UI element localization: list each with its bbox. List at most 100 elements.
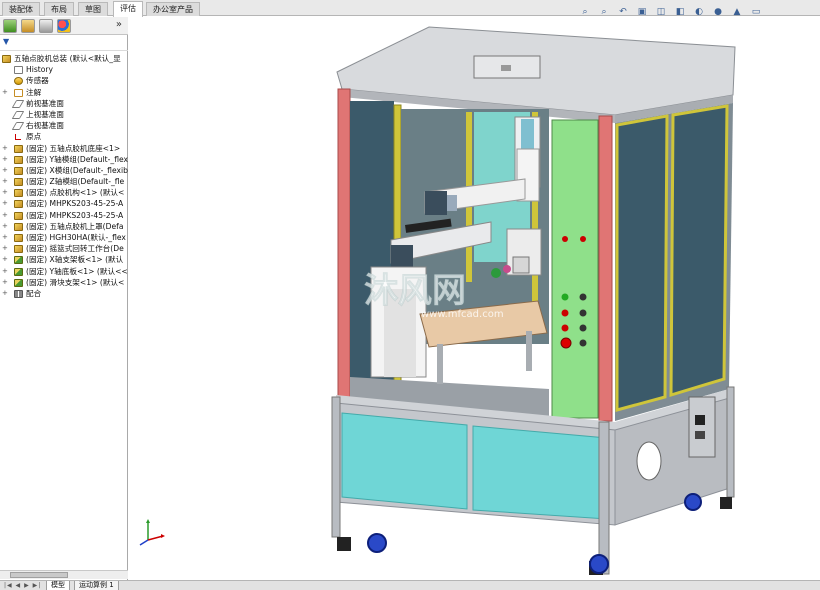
panel-horizontal-scrollbar[interactable] — [0, 570, 128, 579]
tree-node-label: (固定) 五轴点胶机上罩(Defa — [26, 221, 124, 231]
wheel-front-right — [589, 554, 609, 574]
tree-node[interactable]: + (固定) Z轴模组(Default-_fle — [0, 176, 128, 187]
tree-node[interactable]: + (固定) 摇篮式回转工作台(De — [0, 243, 128, 254]
expand-toggle-icon[interactable]: + — [2, 243, 8, 254]
zoom-area-icon[interactable]: ⌕ — [599, 7, 609, 17]
filter-divider — [0, 50, 128, 51]
tab-motion-study[interactable]: 运动算例 1 — [74, 581, 119, 590]
tree-node[interactable]: 五轴点胶机总装 (默认<默认_显 — [0, 53, 128, 64]
hist-icon — [14, 66, 23, 75]
control-button-5 — [561, 324, 569, 332]
previous-view-icon[interactable]: ↶ — [618, 7, 628, 17]
asm-icon — [14, 245, 23, 254]
tree-node[interactable]: + (固定) 五轴点胶机底座<1> — [0, 143, 128, 154]
expand-toggle-icon[interactable]: + — [2, 187, 8, 198]
control-panel — [551, 119, 599, 419]
side-vent-hole — [636, 441, 662, 481]
display-style-icon[interactable]: ◧ — [675, 7, 685, 17]
plane-icon — [11, 99, 25, 108]
tab-model[interactable]: 模型 — [46, 581, 70, 590]
tree-node-label: (固定) Y轴底板<1> (默认<< — [26, 266, 128, 276]
section-view-icon[interactable]: ▣ — [637, 7, 647, 17]
tree-node[interactable]: + 配合 — [0, 288, 128, 299]
tree-node-label: (固定) X轴支架板<1> (默认 — [26, 255, 124, 265]
tree-node[interactable]: 传感器 — [0, 75, 128, 86]
expand-toggle-icon[interactable]: + — [2, 254, 8, 265]
scrollbar-thumb[interactable] — [10, 572, 68, 578]
machine-3d-model[interactable]: 沐风网 www.mfcad.com — [129, 17, 820, 580]
property-manager-tab-icon[interactable] — [21, 19, 35, 33]
hide-show-icon[interactable]: ◐ — [694, 7, 704, 17]
tree-node[interactable]: + (固定) MHPKS203-45-25-A — [0, 198, 128, 209]
expand-toggle-icon[interactable]: + — [2, 221, 8, 232]
tree-node[interactable]: + (固定) MHPKS203-45-25-A — [0, 210, 128, 221]
tree-node[interactable]: 右视基准面 — [0, 120, 128, 131]
apply-scene-icon[interactable]: ▲ — [732, 7, 742, 17]
sens-icon — [14, 77, 23, 86]
x-axis-motor — [391, 245, 413, 267]
expand-toggle-icon[interactable]: + — [2, 210, 8, 221]
configuration-manager-tab-icon[interactable] — [39, 19, 53, 33]
zoom-to-fit-icon[interactable]: ⌕ — [580, 7, 590, 17]
filter-icon[interactable]: ▼ — [3, 37, 23, 49]
tree-node[interactable]: 原点 — [0, 131, 128, 142]
tree-node[interactable]: History — [0, 64, 128, 75]
tree-node[interactable]: + (固定) Y轴底板<1> (默认<< — [0, 266, 128, 277]
tree-node[interactable]: + 注解 — [0, 87, 128, 98]
expand-toggle-icon[interactable]: + — [2, 143, 8, 154]
tree-node[interactable]: + (固定) 点胶机构<1> (默认< — [0, 187, 128, 198]
part-icon — [14, 267, 23, 276]
tree-node-label: (固定) Z轴模组(Default-_fle — [26, 177, 125, 187]
tree-node[interactable]: + (固定) X模组(Default-_flexib — [0, 165, 128, 176]
coordinate-triad-icon — [139, 519, 165, 546]
expand-toggle-icon[interactable]: + — [2, 266, 8, 277]
plane-icon — [11, 110, 25, 119]
more-tabs-chevron-icon[interactable]: » — [116, 19, 122, 30]
base-post-front-left — [331, 396, 341, 538]
tab-evaluate[interactable]: 评估 — [113, 1, 143, 17]
tree-node[interactable]: + (固定) 滑块支架<1> (默认< — [0, 277, 128, 288]
tree-node-label: 上视基准面 — [26, 109, 64, 119]
watermark-url: www.mfcad.com — [421, 309, 504, 320]
right-glass-right — [669, 104, 729, 398]
graphics-viewport[interactable]: 沐风网 www.mfcad.com — [129, 17, 820, 580]
rotary-table-nozzle — [491, 268, 501, 278]
expand-toggle-icon[interactable]: + — [2, 165, 8, 176]
edit-appearance-icon[interactable]: ● — [713, 7, 723, 17]
cabinet-door-right — [472, 425, 608, 520]
wheel-front-left — [367, 533, 387, 553]
tab-layout[interactable]: 布局 — [44, 2, 74, 16]
display-manager-tab-icon[interactable] — [57, 19, 71, 33]
expand-toggle-icon[interactable]: + — [2, 277, 8, 288]
tree-node-label: (固定) X模组(Default-_flexib — [26, 165, 128, 175]
part-icon — [14, 278, 23, 287]
expand-toggle-icon[interactable]: + — [2, 154, 8, 165]
tree-node[interactable]: + (固定) 五轴点胶机上罩(Defa — [0, 221, 128, 232]
tree-node-label: (固定) MHPKS203-45-25-A — [26, 210, 124, 220]
tree-node[interactable]: 上视基准面 — [0, 109, 128, 120]
tree-node-label: 注解 — [26, 87, 42, 97]
view-settings-icon[interactable]: ▭ — [751, 7, 761, 17]
view-orientation-icon[interactable]: ◫ — [656, 7, 666, 17]
expand-toggle-icon[interactable]: + — [2, 232, 8, 243]
feature-manager-tab-icon[interactable] — [3, 19, 17, 33]
tree-node[interactable]: + (固定) Y轴模组(Default-_flex — [0, 154, 128, 165]
expand-toggle-icon[interactable]: + — [2, 87, 8, 98]
expand-toggle-icon[interactable]: + — [2, 288, 8, 299]
watermark-text: 沐风网 — [364, 271, 466, 311]
expand-toggle-icon[interactable]: + — [2, 176, 8, 187]
tab-office-products[interactable]: 办公室产品 — [146, 2, 200, 16]
control-button-3 — [561, 309, 569, 317]
tree-node[interactable]: 前视基准面 — [0, 98, 128, 109]
feature-manager-panel: » ▼ 五轴点胶机总装 (默认<默认_显 History 传感器 + 注解 前视基准面 上视… — [0, 17, 128, 590]
asm-icon — [14, 200, 23, 209]
tab-navigation-arrows[interactable]: |◀ ◀ ▶ ▶| — [4, 582, 41, 589]
expand-toggle-icon[interactable]: + — [2, 198, 8, 209]
bottom-tab-bar: |◀ ◀ ▶ ▶| 模型 运动算例 1 — [0, 580, 820, 590]
asm-icon — [2, 55, 11, 63]
tab-sketch[interactable]: 草图 — [78, 2, 108, 16]
tree-node[interactable]: + (固定) X轴支架板<1> (默认 — [0, 254, 128, 265]
tab-assembly[interactable]: 装配体 — [2, 2, 40, 16]
asm-icon — [14, 178, 23, 187]
tree-node[interactable]: + (固定) HGH30HA(默认-_flex — [0, 232, 128, 243]
